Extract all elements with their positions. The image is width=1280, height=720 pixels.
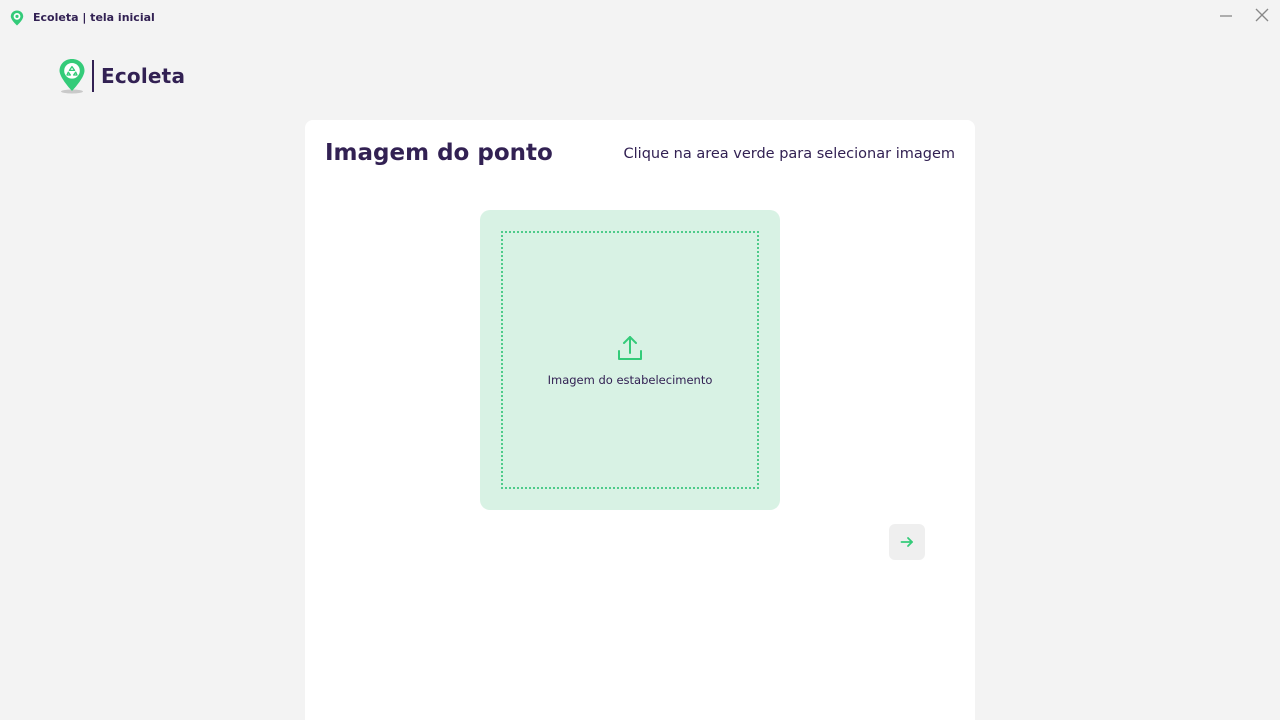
- brand-name: Ecoleta: [101, 64, 186, 88]
- app-icon: [10, 10, 24, 26]
- dropzone-label: Imagem do estabelecimento: [547, 373, 713, 387]
- next-button[interactable]: [889, 524, 925, 560]
- image-dropzone[interactable]: Imagem do estabelecimento: [480, 210, 780, 510]
- window-title: Ecoleta | tela inicial: [33, 11, 155, 24]
- image-card: Imagem do ponto Clique na area verde par…: [305, 120, 975, 720]
- page-title: Imagem do ponto: [325, 140, 553, 166]
- close-button[interactable]: [1250, 4, 1274, 26]
- arrow-right-icon: [900, 537, 913, 547]
- logo-divider: [92, 60, 94, 92]
- minimize-button[interactable]: [1214, 4, 1238, 26]
- map-pin-recycle-icon: [59, 59, 85, 94]
- close-icon: [1255, 8, 1269, 22]
- instruction-text: Clique na area verde para selecionar ima…: [623, 146, 955, 162]
- upload-icon: [618, 336, 642, 360]
- minimize-icon: [1220, 15, 1232, 17]
- brand-logo: Ecoleta: [58, 58, 185, 94]
- window-titlebar: Ecoleta | tela inicial: [0, 0, 1280, 34]
